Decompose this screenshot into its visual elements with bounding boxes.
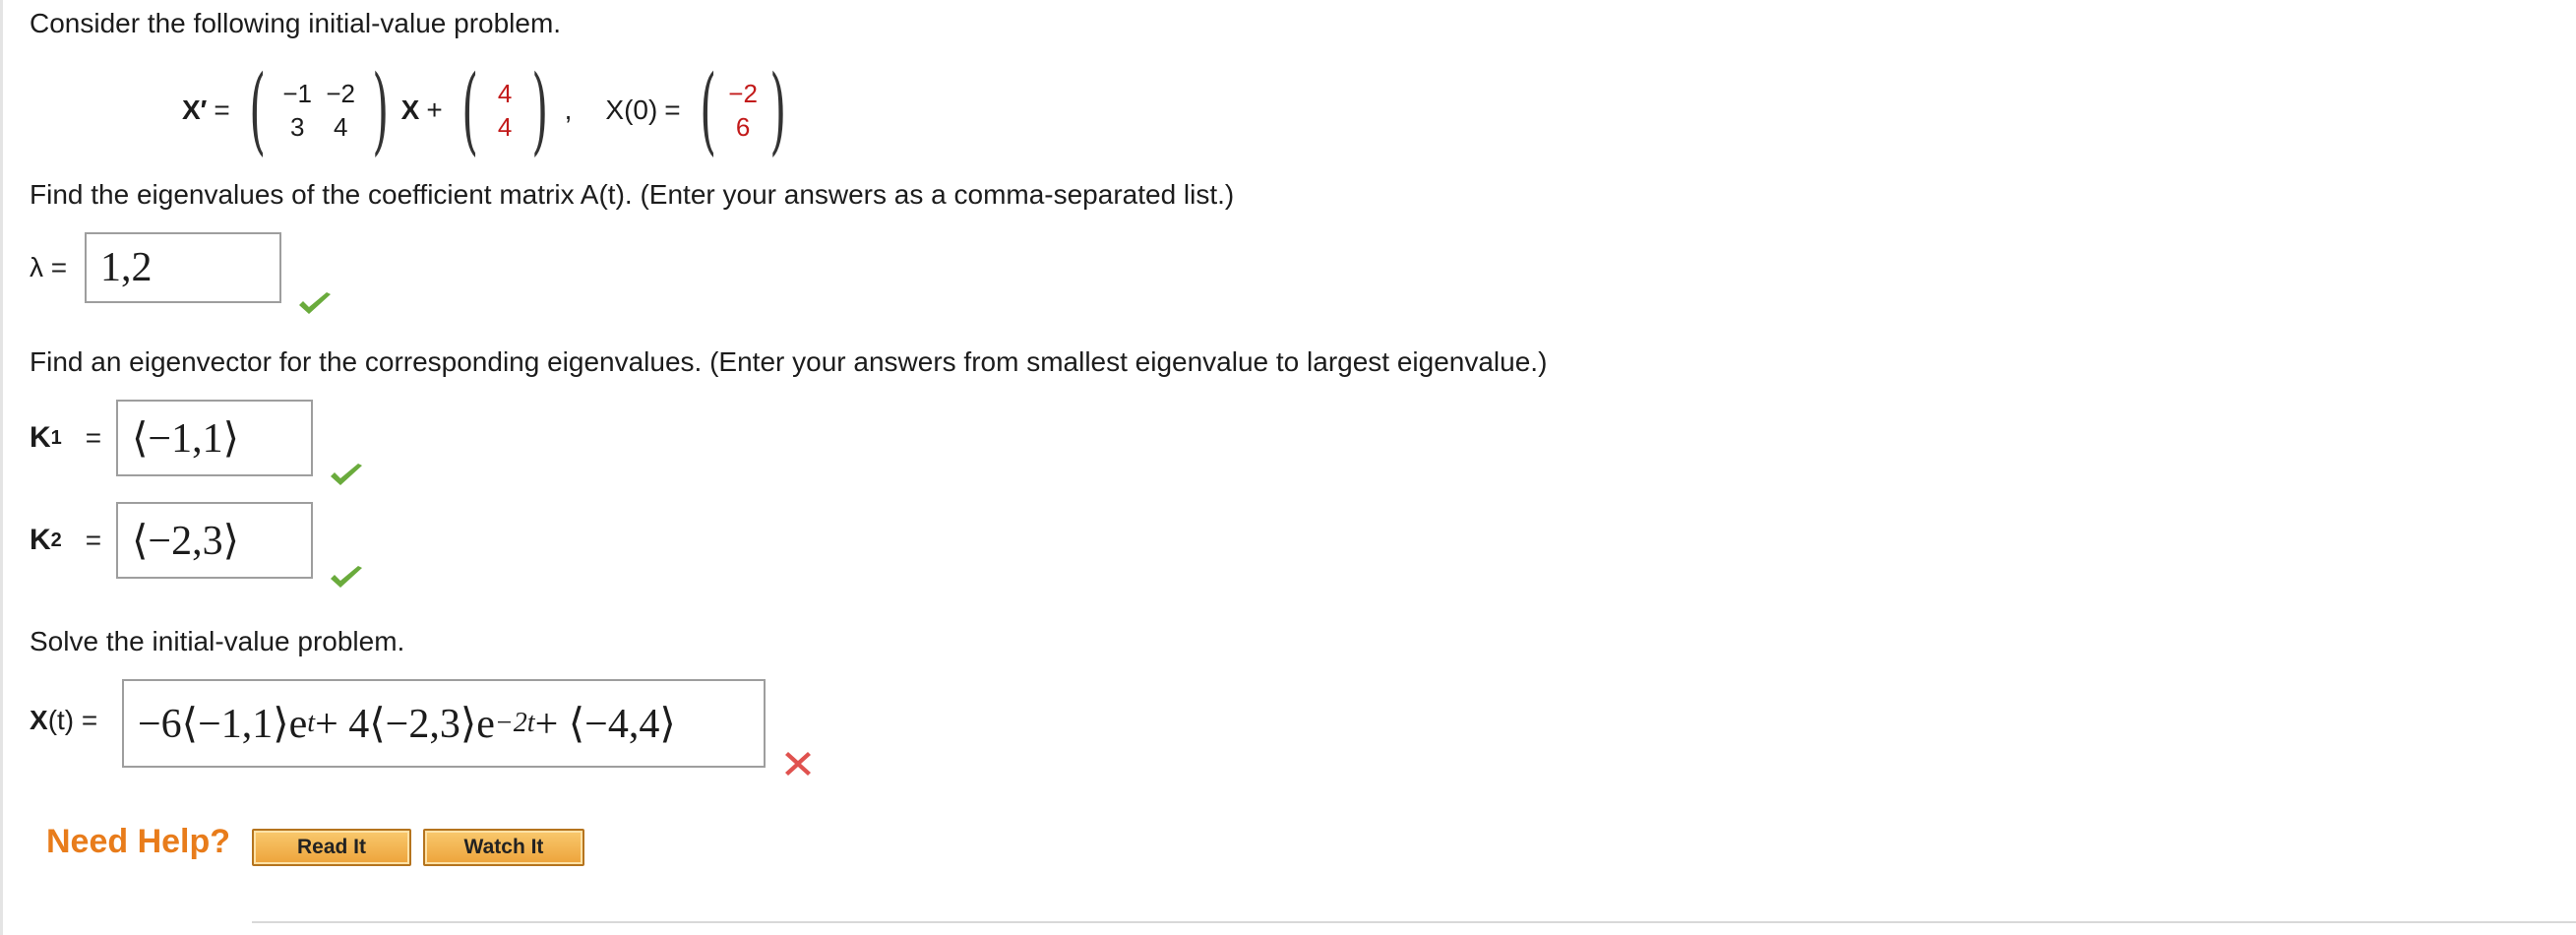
initial-condition-label: X(0) bbox=[605, 94, 658, 125]
vector-cell: −2 bbox=[728, 78, 758, 108]
left-paren: ( bbox=[461, 55, 478, 165]
plus-sign: + bbox=[426, 94, 443, 125]
matrix-cell: −2 bbox=[326, 78, 356, 108]
vector-cell: 4 bbox=[497, 78, 513, 108]
left-paren: ( bbox=[249, 55, 266, 165]
eigenvalue-prompt: Find the eigenvalues of the coefficient … bbox=[30, 179, 1235, 210]
eigenvalue-answer-field[interactable]: 1,2 bbox=[85, 232, 281, 303]
k-symbol: K bbox=[30, 524, 51, 556]
k-subscript: 1 bbox=[50, 426, 62, 449]
cross-icon bbox=[785, 752, 811, 776]
x-symbol: X bbox=[400, 94, 420, 125]
x-of-t-label: X (t) = bbox=[30, 705, 97, 736]
k1-label: K1 = bbox=[30, 421, 101, 455]
read-it-button[interactable]: Read It bbox=[252, 829, 411, 866]
matrix-cell: 3 bbox=[289, 111, 305, 142]
right-paren: ) bbox=[769, 55, 787, 165]
left-paren: ( bbox=[699, 55, 716, 165]
problem-intro: Consider the following initial-value pro… bbox=[30, 8, 562, 38]
initial-vector: ( −2 6 ) bbox=[690, 63, 797, 157]
vector-cell: 6 bbox=[735, 111, 751, 142]
check-icon bbox=[299, 292, 331, 314]
ivp-equation: X′ = ( −1 −2 3 4 ) X + ( 4 4 ) , X(0) = … bbox=[182, 61, 799, 159]
k1-answer-field[interactable]: ⟨−1,1⟩ bbox=[116, 400, 313, 476]
check-icon bbox=[331, 566, 362, 588]
k-symbol: K bbox=[30, 421, 51, 454]
k2-label: K2 = bbox=[30, 524, 101, 557]
exponent-2: −2t bbox=[494, 708, 535, 738]
eigenvector-prompt: Find an eigenvector for the correspondin… bbox=[30, 346, 1548, 377]
x-prime-symbol: X′ bbox=[182, 94, 208, 125]
lambda-label: λ = bbox=[30, 252, 68, 282]
x-of-t-rest: (t) = bbox=[47, 705, 98, 735]
solution-term-3: + ⟨−4,4⟩ bbox=[534, 702, 676, 747]
k-subscript: 2 bbox=[50, 529, 62, 551]
check-icon bbox=[331, 464, 362, 485]
need-help-title: Need Help? bbox=[46, 823, 231, 860]
k2-answer-field[interactable]: ⟨−2,3⟩ bbox=[116, 502, 313, 579]
matrix-cell: −1 bbox=[282, 78, 313, 108]
equals-sign: = bbox=[664, 94, 681, 125]
coefficient-matrix: ( −1 −2 3 4 ) bbox=[239, 63, 399, 157]
left-border bbox=[0, 0, 3, 935]
exponent-1: t bbox=[307, 708, 316, 738]
comma: , bbox=[564, 94, 573, 125]
solution-prompt: Solve the initial-value problem. bbox=[30, 626, 405, 656]
equals-sign: = bbox=[85, 422, 102, 453]
x-symbol: X bbox=[30, 705, 48, 735]
right-paren: ) bbox=[531, 55, 549, 165]
vector-cell: 4 bbox=[497, 111, 513, 142]
equals-sign: = bbox=[85, 525, 102, 555]
matrix-cell: 4 bbox=[333, 111, 348, 142]
question-page: Consider the following initial-value pro… bbox=[0, 0, 2576, 935]
right-paren: ) bbox=[372, 55, 390, 165]
solution-answer-field[interactable]: −6⟨−1,1⟩e t + 4⟨−2,3⟩e −2t + ⟨−4,4⟩ bbox=[122, 679, 766, 768]
solution-term-1: −6⟨−1,1⟩e bbox=[138, 702, 308, 747]
forcing-vector: ( 4 4 ) bbox=[452, 63, 559, 157]
solution-term-2: + 4⟨−2,3⟩e bbox=[315, 702, 495, 747]
equals-sign: = bbox=[214, 94, 230, 125]
watch-it-button[interactable]: Watch It bbox=[423, 829, 584, 866]
bottom-divider bbox=[252, 921, 2576, 923]
